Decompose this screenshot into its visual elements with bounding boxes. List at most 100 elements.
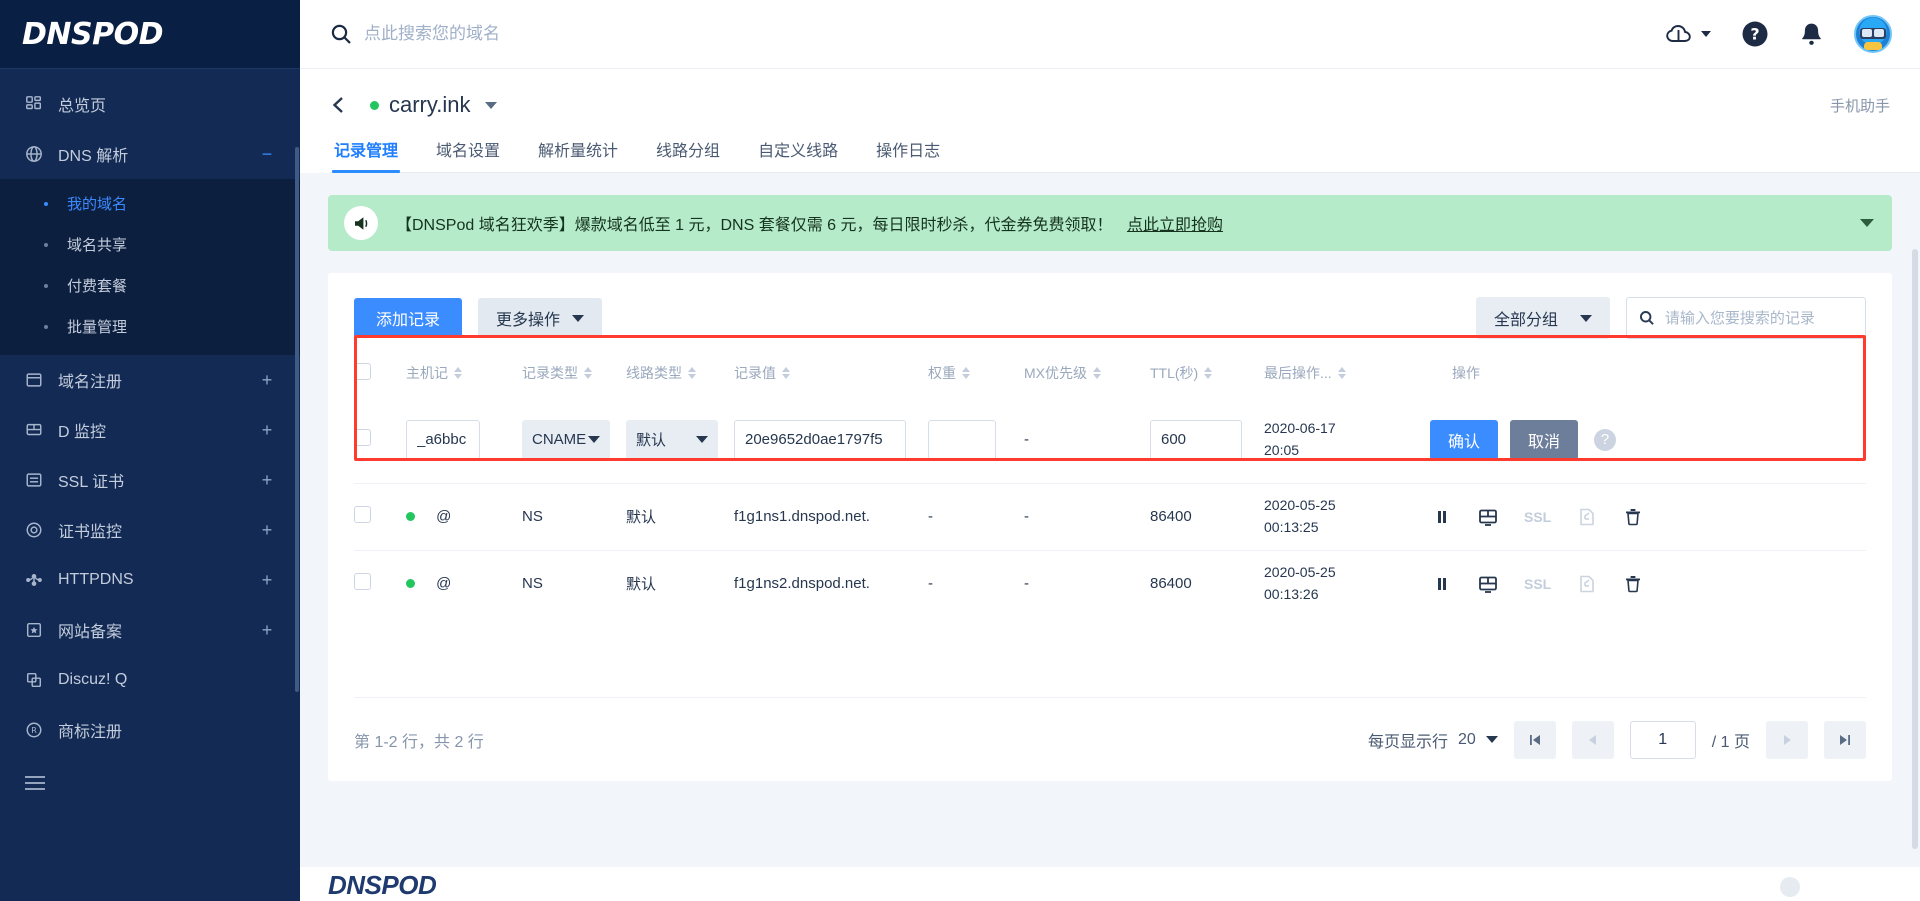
th-line-type[interactable]: 线路类型: [626, 349, 734, 397]
sort-icon[interactable]: [962, 367, 970, 379]
last-page-button[interactable]: [1824, 720, 1866, 759]
ssl-link[interactable]: SSL: [1524, 509, 1551, 525]
sort-icon[interactable]: [1337, 367, 1346, 379]
sidebar-expander-plus[interactable]: +: [260, 371, 274, 389]
tab-line-groups[interactable]: 线路分组: [654, 137, 722, 172]
global-search[interactable]: [330, 23, 1664, 45]
cloud-product-menu[interactable]: [1664, 23, 1711, 45]
footer-help-icon[interactable]: [1780, 877, 1800, 897]
first-page-button[interactable]: [1513, 720, 1556, 759]
delete-icon[interactable]: [1623, 574, 1643, 594]
cancel-button[interactable]: 取消: [1510, 419, 1579, 460]
sidebar-item-discuz-q[interactable]: Discuz! Q: [0, 655, 300, 705]
cell-record-type: CNAME: [522, 397, 626, 483]
sort-icon[interactable]: [1204, 367, 1213, 379]
sidebar-item-paid-plans[interactable]: 付费套餐: [0, 265, 300, 306]
tab-custom-lines[interactable]: 自定义线路: [756, 137, 840, 172]
sidebar-item-domain-share[interactable]: 域名共享: [0, 224, 300, 265]
chevron-down-icon: [1701, 31, 1711, 37]
th-ttl[interactable]: TTL(秒): [1150, 349, 1264, 397]
delete-icon[interactable]: [1623, 507, 1643, 527]
sidebar-item-domain-register[interactable]: 域名注册 +: [0, 355, 300, 405]
edit-icon[interactable]: [1577, 574, 1597, 594]
prev-page-button[interactable]: [1571, 720, 1614, 759]
help-button[interactable]: ?: [1741, 20, 1769, 48]
th-record-type[interactable]: 记录类型: [522, 349, 626, 397]
line-type-select[interactable]: 默认: [626, 419, 718, 460]
monitor-icon[interactable]: [1478, 574, 1498, 594]
sort-icon[interactable]: [1093, 367, 1101, 379]
row-checkbox[interactable]: [354, 429, 371, 447]
th-record-value[interactable]: 记录值: [734, 349, 928, 397]
mobile-helper-link[interactable]: 手机助手: [1830, 95, 1890, 116]
chevron-down-icon: [1485, 736, 1498, 743]
th-last-operation[interactable]: 最后操作...: [1264, 349, 1400, 397]
sidebar-item-overview[interactable]: 总览页: [0, 79, 300, 129]
sidebar-item-batch-manage[interactable]: 批量管理: [0, 306, 300, 347]
row-checkbox[interactable]: [354, 573, 371, 591]
ttl-input[interactable]: [1150, 419, 1242, 460]
sort-icon[interactable]: [584, 367, 592, 379]
th-weight[interactable]: 权重: [928, 349, 1024, 397]
sidebar-expander-plus[interactable]: +: [260, 621, 274, 639]
record-type-select[interactable]: CNAME: [522, 419, 610, 460]
footer-logo: DNSPOD: [328, 870, 437, 900]
banner-collapse-chevron-down-icon[interactable]: [1860, 219, 1874, 227]
sidebar-collapse-button[interactable]: [0, 755, 300, 811]
confirm-button[interactable]: 确认: [1430, 419, 1499, 460]
page-scrollbar[interactable]: [1912, 249, 1918, 849]
sidebar-expander-plus[interactable]: +: [260, 421, 274, 439]
help-icon[interactable]: ?: [1594, 428, 1617, 451]
sidebar-item-my-domains[interactable]: 我的域名: [0, 183, 300, 224]
sidebar-item-dns[interactable]: DNS 解析 −: [0, 129, 300, 179]
select-all-checkbox[interactable]: [354, 363, 371, 380]
bullet-icon: [44, 283, 48, 288]
notifications-button[interactable]: [1799, 21, 1824, 48]
group-filter-select[interactable]: 全部分组: [1475, 297, 1610, 339]
sidebar-expander-plus[interactable]: +: [260, 521, 274, 539]
edit-icon[interactable]: [1577, 507, 1597, 527]
sidebar-expander-plus[interactable]: +: [260, 471, 274, 489]
ssl-link[interactable]: SSL: [1524, 576, 1551, 592]
th-mx-priority[interactable]: MX优先级: [1024, 349, 1150, 397]
sort-icon[interactable]: [782, 367, 790, 379]
sidebar-item-httpdns[interactable]: HTTPDNS +: [0, 555, 300, 605]
host-input[interactable]: [406, 419, 480, 460]
search-input[interactable]: [364, 24, 784, 44]
sidebar-expander-minus[interactable]: −: [260, 145, 274, 163]
next-page-button[interactable]: [1766, 720, 1808, 759]
th-host[interactable]: 主机记: [406, 349, 522, 397]
record-search-input[interactable]: [1664, 309, 1853, 327]
pause-icon[interactable]: [1432, 574, 1452, 594]
weight-input[interactable]: [928, 419, 996, 460]
per-page-select[interactable]: 每页显示行 20: [1368, 728, 1498, 752]
sidebar-item-cert-monitor[interactable]: 证书监控 +: [0, 505, 300, 555]
back-arrow-icon[interactable]: [330, 92, 356, 118]
record-value-input[interactable]: [734, 419, 906, 460]
add-record-button[interactable]: 添加记录: [354, 298, 463, 338]
sort-icon[interactable]: [688, 367, 696, 379]
page-number-input[interactable]: [1629, 720, 1696, 759]
row-checkbox[interactable]: [354, 506, 371, 523]
tab-resolution-stats[interactable]: 解析量统计: [536, 137, 620, 172]
promo-link[interactable]: 点此立即抢购: [1127, 217, 1223, 234]
tab-record-management[interactable]: 记录管理: [332, 137, 401, 173]
pause-icon[interactable]: [1432, 507, 1452, 527]
sidebar-item-ssl-cert[interactable]: SSL 证书 +: [0, 455, 300, 505]
sidebar-expander-plus[interactable]: +: [260, 571, 274, 589]
domain-switch-chevron-down-icon[interactable]: [484, 101, 497, 109]
last-op-date: 2020-06-17: [1264, 420, 1336, 437]
brand-logo[interactable]: DNSPOD: [0, 0, 300, 69]
sidebar-scrollbar[interactable]: [295, 147, 299, 692]
sidebar-item-icp-filing[interactable]: 网站备案 +: [0, 605, 300, 655]
sort-icon[interactable]: [454, 367, 462, 379]
sidebar-item-trademark[interactable]: R 商标注册: [0, 705, 300, 755]
tab-operation-log[interactable]: 操作日志: [874, 137, 942, 172]
tab-domain-settings[interactable]: 域名设置: [434, 137, 502, 172]
more-operations-button[interactable]: 更多操作: [478, 298, 603, 338]
toolbar-right: 全部分组: [1475, 297, 1866, 339]
monitor-icon[interactable]: [1478, 507, 1498, 527]
record-search[interactable]: [1626, 297, 1866, 339]
sidebar-item-d-monitor[interactable]: D 监控 +: [0, 405, 300, 455]
avatar[interactable]: [1854, 15, 1892, 53]
